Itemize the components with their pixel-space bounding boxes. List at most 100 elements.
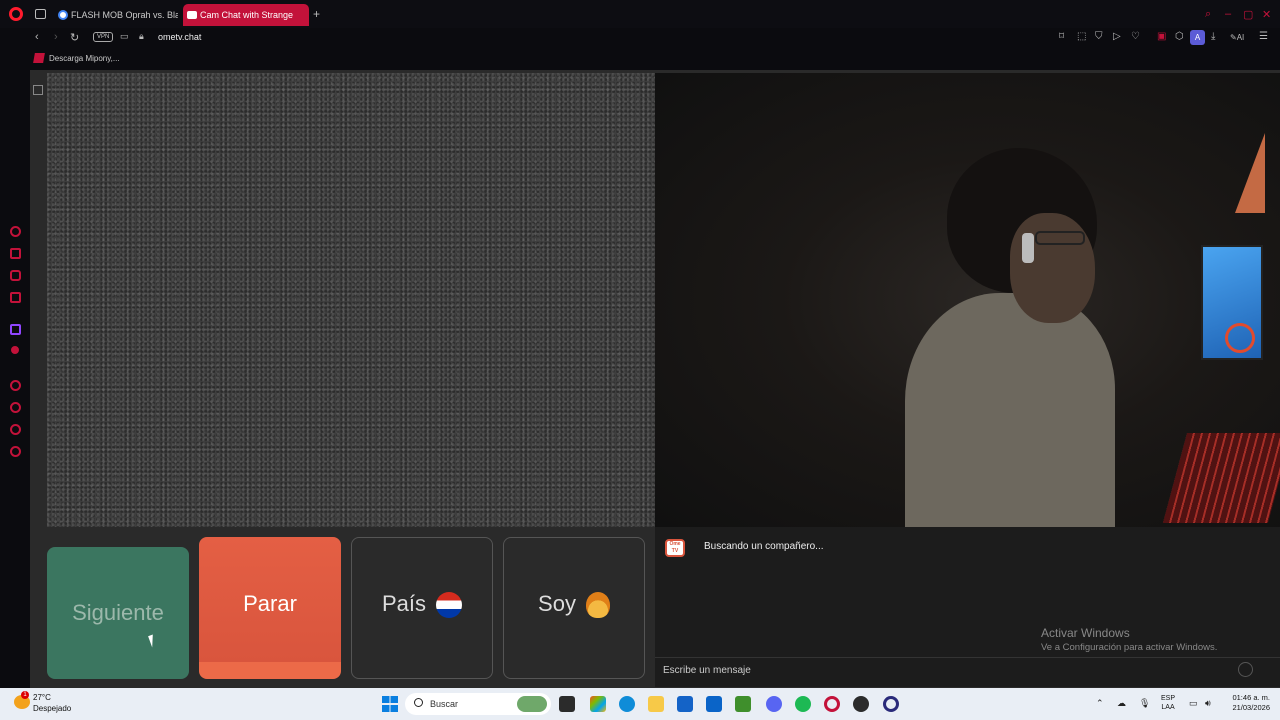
edge-icon[interactable] [619, 696, 635, 712]
avatar-icon [585, 592, 610, 619]
minimize-icon[interactable]: – [1225, 8, 1231, 20]
volume-icon[interactable]: 🔊︎ [1205, 698, 1211, 709]
taskbar-search[interactable]: Buscar [405, 693, 551, 715]
ometv-favicon-icon [187, 11, 197, 19]
bookmark-icon[interactable]: ⌑ [1059, 31, 1064, 42]
cloud-icon[interactable]: ☁ [1117, 698, 1126, 709]
snapshot-icon[interactable]: ⬚ [1077, 31, 1086, 42]
app-icon[interactable] [883, 696, 899, 712]
minecraft-icon[interactable] [735, 696, 751, 712]
tab-label: Cam Chat with Strange [200, 10, 294, 20]
back-icon[interactable]: ‹ [35, 31, 39, 43]
shopping-icon[interactable] [10, 248, 21, 259]
message-input[interactable] [663, 662, 1233, 678]
windows-taskbar: 1 27°C Despejado Buscar ⌃ ☁ 🎙︎ ESP LAA ▭… [0, 688, 1280, 720]
ometv-logo: Ome TV [665, 539, 685, 557]
new-tab-icon[interactable]: + [313, 7, 320, 21]
opera-taskbar-icon[interactable] [824, 696, 840, 712]
tab-flash-mob[interactable]: FLASH MOB Oprah vs. Bla [54, 4, 178, 26]
play-icon[interactable]: ▷ [1113, 31, 1121, 42]
next-button[interactable]: Siguiente [47, 547, 189, 679]
extensions-icon[interactable]: ⬡ [1175, 31, 1184, 42]
copilot-icon[interactable] [590, 696, 606, 712]
messenger-icon[interactable] [10, 292, 21, 303]
bookmark-mipony[interactable]: Descarga Mipony,... [49, 54, 120, 63]
player-icon[interactable] [11, 346, 19, 354]
bookmarks-bar: Descarga Mipony,... [0, 49, 1280, 69]
chat-status: Buscando un compañero... [704, 541, 824, 552]
watermark-title: Activar Windows [1041, 626, 1130, 640]
stop-button[interactable]: Parar [199, 537, 341, 679]
store-icon[interactable] [677, 696, 693, 712]
camera-access-icon[interactable]: ▣ [1157, 31, 1166, 42]
clock-time: 01:46 a. m. [1232, 693, 1270, 702]
windows-activation-watermark: Activar Windows Ve a Configuración para … [1041, 626, 1217, 653]
camera-icon[interactable]: ▭ [120, 31, 129, 42]
tab-cam-chat[interactable]: Cam Chat with Strange [183, 4, 309, 26]
task-view-icon[interactable] [559, 696, 575, 712]
microphone-icon[interactable]: 🎙︎ [1139, 698, 1150, 709]
gender-button-label: Soy [538, 591, 576, 616]
file-explorer-icon[interactable] [648, 696, 664, 712]
shield-icon[interactable]: ⛉ [1095, 31, 1103, 42]
popout-icon[interactable] [33, 85, 43, 95]
account-avatar[interactable]: A [1190, 30, 1205, 45]
download-icon[interactable]: ⤓ [1211, 31, 1215, 42]
ometv-page: Siguiente Parar País Soy Ome TV Buscando… [30, 70, 1280, 688]
obs-icon[interactable] [853, 696, 869, 712]
language-indicator[interactable]: ESP LAA [1161, 694, 1175, 712]
glasses [1035, 231, 1085, 245]
pinboard-icon[interactable] [10, 380, 21, 391]
history-icon[interactable] [10, 402, 21, 413]
aria-icon[interactable] [10, 226, 21, 237]
language-line2: LAA [1161, 704, 1175, 711]
lamp [1235, 133, 1265, 213]
gender-button[interactable]: Soy [503, 537, 645, 679]
extensions-sidebar-icon[interactable] [10, 424, 21, 435]
mic-ring-light [1225, 323, 1255, 353]
aria-ai-button[interactable]: ✎AI [1230, 33, 1244, 42]
weather-condition[interactable]: Despejado [33, 704, 71, 713]
url-field[interactable]: ometv.chat [158, 32, 201, 42]
stranger-video-static [47, 73, 655, 527]
tab-strip: FLASH MOB Oprah vs. Bla Cam Chat with St… [0, 0, 1280, 28]
country-button-label: País [381, 591, 427, 616]
weather-temp[interactable]: 27°C [33, 693, 51, 702]
language-line1: ESP [1161, 695, 1176, 702]
headphones [1022, 233, 1034, 263]
forward-icon[interactable]: › [54, 31, 58, 43]
lock-icon[interactable]: 🔒︎ [139, 31, 144, 42]
settings-icon[interactable] [10, 446, 21, 457]
opera-logo-icon[interactable] [9, 7, 23, 21]
twitch-icon[interactable] [10, 324, 21, 335]
search-highlight-icon [517, 696, 547, 712]
outlook-icon[interactable] [706, 696, 722, 712]
google-icon [58, 10, 68, 20]
browser-window: FLASH MOB Oprah vs. Bla Cam Chat with St… [0, 0, 1280, 688]
spotify-icon[interactable] [795, 696, 811, 712]
keyboard [1162, 433, 1280, 523]
network-icon[interactable]: ▭ [1189, 698, 1198, 709]
discord-icon[interactable] [766, 696, 782, 712]
windows-start-icon[interactable] [382, 696, 398, 712]
instagram-icon[interactable] [10, 270, 21, 281]
maximize-icon[interactable]: ▢ [1243, 8, 1253, 21]
mipony-icon [33, 53, 45, 63]
tab-label: FLASH MOB Oprah vs. Bla [71, 10, 178, 20]
chevron-up-icon[interactable]: ⌃ [1096, 698, 1104, 709]
clock-date: 21/03/2026 [1232, 703, 1270, 712]
workspaces-icon[interactable] [35, 9, 46, 19]
search-label: Buscar [430, 699, 459, 709]
menu-icon[interactable]: ☰ [1259, 31, 1268, 42]
opera-sidebar [0, 70, 30, 688]
vpn-badge[interactable]: VPN [93, 32, 114, 42]
search-tabs-icon[interactable]: ⌕ [1205, 8, 1211, 21]
close-icon[interactable]: ✕ [1262, 8, 1271, 21]
clock[interactable]: 01:46 a. m. 21/03/2026 [1224, 693, 1270, 713]
heart-icon[interactable]: ♡ [1131, 31, 1140, 42]
country-button[interactable]: País [351, 537, 493, 679]
chat-panel: Ome TV Buscando un compañero... Activar … [655, 527, 1280, 687]
emoji-icon[interactable] [1238, 662, 1253, 677]
reload-icon[interactable]: ↻ [70, 31, 79, 44]
address-bar: ‹ › ↻ VPN ▭ 🔒︎ ometv.chat ⌑ ⬚ ⛉ ▷ ♡ ▣ ⬡ … [0, 28, 1280, 48]
